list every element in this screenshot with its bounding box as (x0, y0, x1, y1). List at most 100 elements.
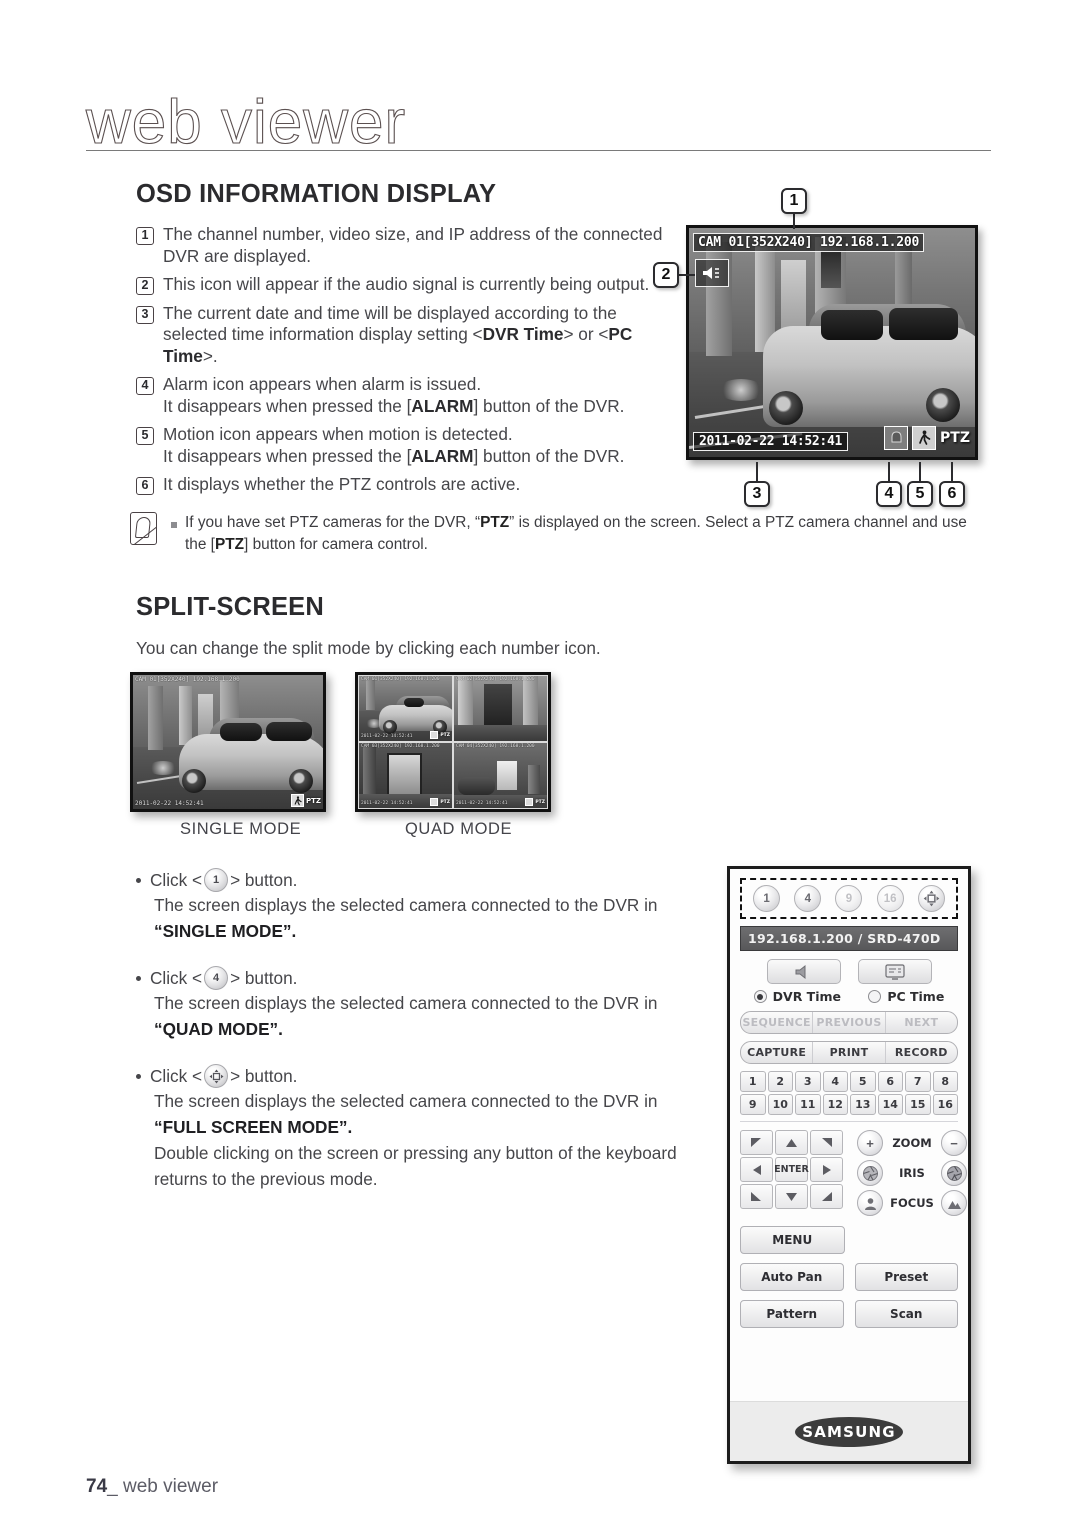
ptz-dpad: ENTER (740, 1130, 843, 1216)
channel-key-6[interactable]: 6 (877, 1071, 903, 1092)
pan-up-button[interactable] (775, 1130, 808, 1155)
instruction-headline: Click < 4 > button. (136, 966, 696, 990)
pattern-button[interactable]: Pattern (740, 1300, 844, 1328)
motion-person-icon (430, 798, 439, 806)
radio-dvr-time[interactable]: DVR Time (753, 989, 841, 1004)
radio-pc-time[interactable]: PC Time (868, 989, 944, 1004)
quad-ptz-label: PTZ (440, 732, 450, 738)
channel-key-16[interactable]: 16 (932, 1094, 958, 1115)
menu-button[interactable]: MENU (740, 1226, 845, 1254)
channel-key-3[interactable]: 3 (795, 1071, 821, 1092)
quad-cell-2: CAM 02[352X240] 192.168.1.200 (453, 675, 548, 742)
lens-control-group: + ZOOM − IRIS FOCUS (857, 1130, 967, 1216)
channel-key-2[interactable]: 2 (767, 1071, 793, 1092)
focus-near-icon[interactable] (857, 1190, 883, 1216)
instruction-body-text: The screen displays the selected camera … (154, 895, 658, 915)
callout-2-leader (679, 274, 695, 276)
quad-osd-datetime: 2011-02-22 14:52:41 (361, 801, 413, 806)
auto-pan-button[interactable]: Auto Pan (740, 1263, 844, 1291)
previous-button[interactable]: PREVIOUS (813, 1012, 886, 1033)
iris-close-icon[interactable] (941, 1160, 967, 1186)
print-button[interactable]: PRINT (813, 1042, 886, 1063)
minus-icon[interactable]: − (941, 1130, 967, 1156)
channel-key-9[interactable]: 9 (740, 1094, 766, 1115)
focus-label: FOCUS (890, 1196, 934, 1210)
dvr-ip-model-field: 192.168.1.200 / SRD-470D (740, 926, 958, 951)
split-button-4[interactable]: 4 (794, 885, 822, 912)
instruction-mode-name: “FULL SCREEN MODE”. (154, 1117, 353, 1137)
pan-up-left-button[interactable] (740, 1130, 773, 1155)
full-screen-icon[interactable] (917, 885, 945, 912)
focus-far-icon[interactable] (941, 1190, 967, 1216)
navigation-button-row: SEQUENCE PREVIOUS NEXT (740, 1011, 958, 1034)
preset-button[interactable]: Preset (854, 1263, 958, 1291)
channel-key-7[interactable]: 7 (905, 1071, 931, 1092)
quad-osd-channel-info: CAM 01[352X240] 192.168.1.200 (361, 677, 440, 682)
split-button-1[interactable]: 1 (753, 885, 781, 912)
channel-key-4[interactable]: 4 (822, 1071, 848, 1092)
channel-key-1[interactable]: 1 (740, 1071, 766, 1092)
callout-1-leader (793, 214, 795, 229)
list-item: 2 This icon will appear if the audio sig… (136, 274, 666, 296)
ptz-preset-row-1: Auto Pan Preset (740, 1263, 958, 1291)
bullet-dot-icon (136, 975, 141, 981)
callout-6-leader (951, 462, 953, 482)
channel-key-15[interactable]: 15 (905, 1094, 931, 1115)
channel-key-8[interactable]: 8 (932, 1071, 958, 1092)
quad-osd-datetime: 2011-02-22 14:52:41 (456, 801, 508, 806)
split-button-16[interactable]: 16 (876, 885, 904, 912)
instruction-block-quad: Click < 4 > button. The screen displays … (136, 966, 696, 1042)
list-item-text: The current date and time will be displa… (163, 302, 633, 366)
quad-ptz-label: PTZ (535, 799, 545, 805)
callout-6: 6 (939, 481, 965, 507)
pan-right-button[interactable] (810, 1157, 843, 1182)
radio-dvr-time-label: DVR Time (772, 989, 841, 1004)
sequence-button[interactable]: SEQUENCE (741, 1012, 814, 1033)
channel-key-11[interactable]: 11 (795, 1094, 821, 1115)
time-source-radio-group: DVR Time PC Time (740, 989, 958, 1004)
list-item-text: It displays whether the PTZ controls are… (163, 474, 521, 494)
instruction-extra-text: Double clicking on the screen or pressin… (154, 1143, 677, 1189)
thumb-osd-datetime: 2011-02-22 14:52:41 (135, 800, 204, 807)
pan-down-button[interactable] (775, 1184, 808, 1209)
enter-button[interactable]: ENTER (774, 1157, 809, 1182)
radio-pc-time-label: PC Time (887, 989, 945, 1004)
plus-icon[interactable]: + (857, 1130, 883, 1156)
iris-open-icon[interactable] (857, 1160, 883, 1186)
pan-up-right-button[interactable] (810, 1130, 843, 1155)
single-mode-label: SINGLE MODE (180, 820, 302, 838)
thumbnail-single-mode: CAM 01[352X240] 192.168.1.200 2011-02-22… (130, 672, 326, 812)
speaker-icon (695, 259, 729, 287)
callout-5: 5 (907, 481, 933, 507)
channel-keypad-row-2: 9 10 11 12 13 14 15 16 (740, 1094, 958, 1115)
quad-ptz-group: PTZ (430, 731, 450, 739)
list-item: 3 The current date and time will be disp… (136, 303, 666, 368)
full-screen-icon[interactable] (204, 1064, 229, 1088)
note-bullet-icon (171, 522, 177, 528)
instruction-suffix: > button. (230, 1065, 298, 1086)
channel-key-10[interactable]: 10 (767, 1094, 793, 1115)
instruction-prefix: Click < (150, 967, 203, 988)
speaker-icon (795, 964, 805, 979)
display-settings-button[interactable] (857, 959, 932, 984)
audio-toggle-button[interactable] (766, 959, 841, 984)
scan-button[interactable]: Scan (854, 1300, 958, 1328)
list-item-text: Motion icon appears when motion is detec… (163, 424, 625, 466)
quad-cell-3: CAM 03[352X240] 192.168.1.200 2011-02-22… (358, 742, 453, 809)
osd-section-heading: OSD INFORMATION DISPLAY (136, 180, 497, 208)
capture-button[interactable]: CAPTURE (741, 1042, 814, 1063)
pan-down-left-button[interactable] (740, 1184, 773, 1209)
pan-down-right-button[interactable] (810, 1184, 843, 1209)
next-button[interactable]: NEXT (886, 1012, 957, 1033)
split-button-9[interactable]: 9 (835, 885, 863, 912)
list-number-badge: 4 (136, 377, 154, 395)
channel-key-12[interactable]: 12 (822, 1094, 848, 1115)
channel-key-5[interactable]: 5 (850, 1071, 876, 1092)
split-4-button-inline[interactable]: 4 (204, 966, 229, 990)
channel-key-13[interactable]: 13 (850, 1094, 876, 1115)
record-button[interactable]: RECORD (886, 1042, 957, 1063)
split-1-button-inline[interactable]: 1 (204, 868, 229, 892)
channel-key-14[interactable]: 14 (877, 1094, 903, 1115)
brand-bar: SAMSUNG (730, 1401, 968, 1461)
pan-left-button[interactable] (740, 1157, 773, 1182)
